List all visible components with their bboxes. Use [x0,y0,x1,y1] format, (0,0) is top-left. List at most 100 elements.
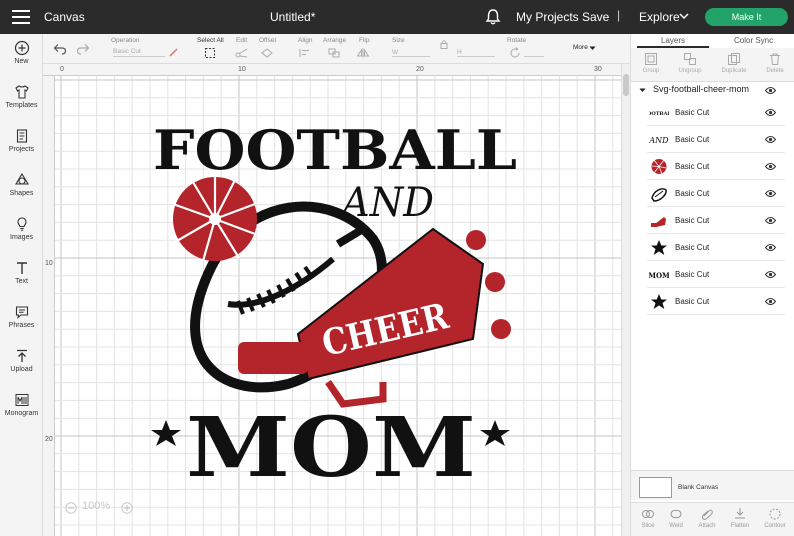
flatten-button[interactable]: Flatten [723,507,757,529]
contour-button[interactable]: Contour [758,507,792,529]
eye-icon[interactable] [765,86,776,95]
eye-icon[interactable] [765,108,776,117]
weld-button[interactable]: Weld [659,507,693,529]
operation-dropdown[interactable]: Basic Cut [113,48,165,57]
zoom-level: 100% [82,500,111,512]
pen-color-icon[interactable] [169,47,179,57]
rotate-icon[interactable] [509,47,521,59]
images-label: Images [10,234,33,241]
megaphone-thumb [651,217,666,227]
text-icon [16,262,27,274]
upload-button[interactable]: Upload [0,348,43,373]
select-all-icon[interactable] [204,47,216,59]
duplicate-button[interactable]: Duplicate [714,52,754,74]
design-canvas[interactable]: FOOTBALL AND CHEER MOM 0 10 20 30 10 20 … [43,64,621,536]
projects-icon [16,129,27,143]
blank-canvas-swatch[interactable] [639,477,672,498]
align-label: Align [298,37,313,44]
flip-icon[interactable] [356,48,370,58]
redo-icon[interactable] [76,43,90,55]
phrases-label: Phrases [8,322,35,329]
height-field[interactable]: H [457,49,495,57]
blank-canvas-row[interactable]: Blank Canvas [631,470,794,500]
design-artwork[interactable]: FOOTBALL AND CHEER MOM [43,64,621,536]
layer-name: Basic Cut [675,270,710,279]
monogram-button[interactable]: Monogram [0,392,43,417]
layer-row[interactable]: Basic Cut [647,207,785,234]
tab-color-sync[interactable]: Color Sync [734,36,773,45]
hamburger-menu-icon[interactable] [12,10,30,24]
eye-icon[interactable] [765,297,776,306]
shapes-icon [14,172,29,185]
left-toolbar: New Templates Projects Shapes Images Tex… [0,34,43,536]
operation-label: Operation [111,37,140,44]
eye-icon[interactable] [765,243,776,252]
football-text[interactable]: FOOTBALL [153,118,517,182]
zoom-out-icon[interactable] [65,502,77,514]
arrange-icon[interactable] [327,48,341,58]
align-icon[interactable] [298,48,312,58]
arrange-label: Arrange [323,37,347,44]
zoom-in-icon[interactable] [121,502,133,514]
and-text[interactable]: AND [338,180,434,226]
undo-icon[interactable] [53,43,67,55]
layer-row[interactable]: Basic Cut [647,288,785,315]
layer-row[interactable]: Basic Cut [647,234,785,261]
group-collapse-icon[interactable] [639,88,646,93]
eye-icon[interactable] [765,270,776,279]
eye-icon[interactable] [765,135,776,144]
scissors-icon[interactable] [235,48,249,58]
eye-icon[interactable] [765,189,776,198]
layer-row[interactable]: Basic Cut [647,153,785,180]
make-it-button[interactable]: Make It [705,8,788,26]
and-text-thumb: AND [649,136,669,145]
images-button[interactable]: Images [0,216,43,241]
layer-row[interactable]: AND Basic Cut [647,126,785,153]
canvas-scrollbar[interactable] [621,64,630,536]
mom-text[interactable]: MOM [186,400,476,496]
ungroup-button[interactable]: Ungroup [670,52,710,74]
thumb-label: AND [649,136,669,145]
right-star[interactable] [480,420,510,446]
lock-icon[interactable] [440,39,448,49]
bell-icon[interactable] [485,8,501,26]
attach-button[interactable]: Attach [690,507,724,529]
chevron-down-icon[interactable] [679,11,689,21]
phrases-button[interactable]: Phrases [0,304,43,329]
more-menu[interactable]: More [573,44,588,51]
layer-group-row[interactable]: Svg-football-cheer-mom [631,82,794,98]
ruler-top: 0 10 20 30 [43,64,621,76]
delete-button[interactable]: Delete [755,52,794,74]
scrollbar-thumb[interactable] [623,74,629,96]
width-field[interactable]: W [392,49,430,57]
upload-label: Upload [10,366,33,373]
eye-icon[interactable] [765,216,776,225]
offset-icon[interactable] [260,48,274,58]
football-text-thumb: FOOTBALL [649,111,669,117]
monogram-icon [15,394,28,406]
group-icon [645,53,657,65]
document-title[interactable]: Untitled* [270,10,315,24]
layer-row[interactable]: Basic Cut [647,180,785,207]
pompom[interactable] [172,176,257,262]
layer-row[interactable]: FOOTBALL Basic Cut [647,99,785,126]
more-chevron-icon[interactable] [589,46,596,51]
eye-icon[interactable] [765,162,776,171]
new-button[interactable]: New [0,40,43,65]
attach-icon [701,509,713,520]
tab-layers[interactable]: Layers [661,36,685,45]
layer-row[interactable]: MOM Basic Cut [647,261,785,288]
shapes-button[interactable]: Shapes [0,172,43,197]
explore-menu[interactable]: Explore [639,10,680,24]
text-button[interactable]: Text [0,260,43,285]
my-projects-link[interactable]: My Projects [516,10,579,24]
contour-label: Contour [764,523,786,529]
rotate-field[interactable] [524,49,544,57]
group-button[interactable]: Group [631,52,671,74]
ungroup-label: Ungroup [678,68,702,74]
left-star[interactable] [151,420,181,446]
save-button[interactable]: Save [582,10,609,24]
projects-button[interactable]: Projects [0,128,43,153]
edit-label: Edit [236,37,248,44]
templates-button[interactable]: Templates [0,84,43,109]
